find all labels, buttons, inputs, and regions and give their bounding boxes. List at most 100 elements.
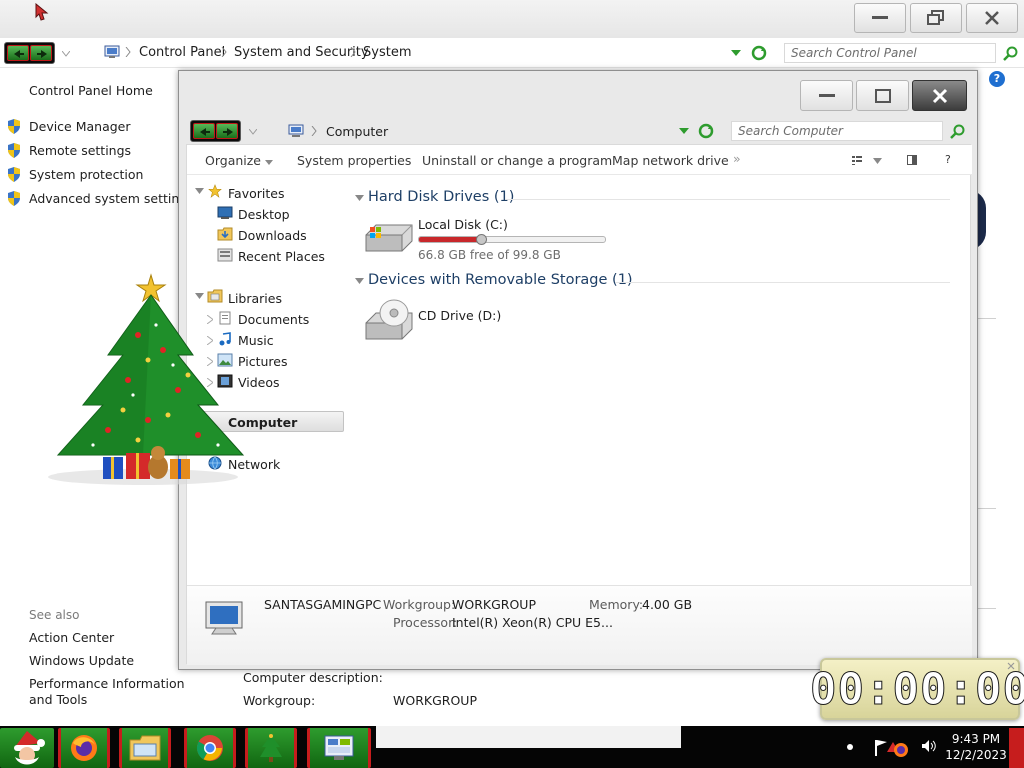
advanced-system-settings-link[interactable]: Advanced system settings xyxy=(29,191,194,206)
explorer-content: Organize System properties Uninstall or … xyxy=(186,144,972,665)
remote-settings-link[interactable]: Remote settings xyxy=(29,143,131,158)
system-protection-link[interactable]: System protection xyxy=(29,167,143,182)
restore-icon xyxy=(927,10,944,25)
computer-name: SANTASGAMINGPC xyxy=(264,597,382,612)
address-dropdown-icon[interactable] xyxy=(731,50,741,57)
taskbar-firefox[interactable] xyxy=(58,728,110,768)
address-dropdown-icon[interactable] xyxy=(679,128,689,135)
computer-monitor-icon xyxy=(205,601,243,635)
tray-time: 9:43 PM xyxy=(951,732,1001,746)
tray-clock[interactable]: 9:43 PM 12/2/2023 xyxy=(945,731,1007,763)
windows-update-link[interactable]: Windows Update xyxy=(29,653,134,668)
breadcrumb-separator-icon xyxy=(311,126,317,136)
show-desktop-button[interactable] xyxy=(1009,728,1024,768)
workgroup-value: WORKGROUP xyxy=(393,693,477,708)
group-divider xyxy=(615,282,950,283)
minimize-icon xyxy=(872,16,888,19)
computer-explorer-window: Computer Search Computer Organize System… xyxy=(178,70,978,670)
start-button[interactable] xyxy=(0,728,54,768)
divider xyxy=(978,318,996,319)
computer-icon xyxy=(288,124,304,137)
volume-icon[interactable] xyxy=(921,739,937,753)
explorer-forward-button[interactable] xyxy=(216,123,238,139)
map-network-drive-button[interactable]: Map network drive xyxy=(612,153,729,168)
view-options-icon[interactable] xyxy=(852,156,862,165)
explorer-help-button[interactable]: ? xyxy=(945,153,951,166)
explorer-search-input[interactable]: Search Computer xyxy=(731,121,943,141)
taskbar-file-explorer[interactable] xyxy=(119,728,171,768)
performance-info-link[interactable]: Performance Information and Tools xyxy=(29,676,195,708)
taskbar-control-panel[interactable] xyxy=(307,728,371,768)
group-divider xyxy=(505,199,950,200)
hard-disk-drives-header[interactable]: Hard Disk Drives (1) xyxy=(368,189,514,205)
control-panel-icon xyxy=(324,735,354,760)
collapse-group-icon[interactable] xyxy=(355,195,364,201)
close-gadget-icon[interactable] xyxy=(1007,662,1015,670)
action-center-link[interactable]: Action Center xyxy=(29,630,114,645)
explorer-back-button[interactable] xyxy=(193,123,215,139)
local-disk-item[interactable]: Local Disk (C:) 66.8 GB free of 99.8 GB xyxy=(362,211,622,267)
chevron-down-icon[interactable] xyxy=(873,158,882,164)
christmas-tree-icon xyxy=(260,734,282,762)
details-pane: SANTASGAMINGPC Workgroup: WORKGROUP Memo… xyxy=(187,585,972,665)
disk-usage-marker-icon xyxy=(476,234,487,245)
search-icon[interactable] xyxy=(1003,46,1018,61)
show-hidden-icons-icon[interactable] xyxy=(846,743,854,751)
device-manager-link[interactable]: Device Manager xyxy=(29,119,131,134)
taskbar-christmas-tree[interactable] xyxy=(245,728,297,768)
more-commands-button[interactable]: » xyxy=(733,151,741,166)
details-workgroup-label: Workgroup: xyxy=(383,597,456,612)
chrome-icon xyxy=(196,735,223,761)
cd-drive-name: CD Drive (D:) xyxy=(418,308,502,323)
shield-icon xyxy=(8,143,20,158)
preview-pane-icon[interactable] xyxy=(907,155,917,165)
workgroup-label: Workgroup: xyxy=(243,693,316,708)
expand-arrow-icon[interactable] xyxy=(195,188,204,194)
removable-storage-header[interactable]: Devices with Removable Storage (1) xyxy=(368,272,633,288)
nav-downloads[interactable]: Downloads xyxy=(238,228,307,243)
nav-favorites[interactable]: Favorites xyxy=(228,186,284,201)
divider xyxy=(978,608,996,609)
breadcrumb-system-and-security[interactable]: System and Security xyxy=(234,45,369,60)
nav-desktop[interactable]: Desktop xyxy=(238,207,290,222)
uninstall-program-button[interactable]: Uninstall or change a program xyxy=(422,153,612,168)
explorer-minimize-button[interactable] xyxy=(800,80,853,111)
organize-button[interactable]: Organize xyxy=(205,153,273,168)
memory-label: Memory: xyxy=(589,597,644,612)
local-disk-name: Local Disk (C:) xyxy=(418,217,508,232)
cd-drive-item[interactable]: CD Drive (D:) xyxy=(362,295,562,345)
local-disk-free-space: 66.8 GB free of 99.8 GB xyxy=(418,248,561,262)
processor-value: Intel(R) Xeon(R) CPU E5... xyxy=(452,615,613,630)
search-icon[interactable] xyxy=(950,124,965,139)
taskbar-chrome[interactable] xyxy=(184,728,236,768)
breadcrumb-system[interactable]: System xyxy=(363,45,411,60)
back-button[interactable] xyxy=(7,45,29,61)
minimize-button[interactable] xyxy=(854,3,906,33)
explorer-address-computer[interactable]: Computer xyxy=(326,124,388,139)
close-button[interactable] xyxy=(966,3,1018,33)
explorer-close-button[interactable] xyxy=(912,80,967,111)
control-panel-home-link[interactable]: Control Panel Home xyxy=(29,83,153,98)
breadcrumb-control-panel[interactable]: Control Panel xyxy=(139,45,225,60)
recent-pages-chevron-icon[interactable] xyxy=(249,129,257,135)
shield-icon xyxy=(8,167,20,182)
forward-button[interactable] xyxy=(30,45,52,61)
hard-drive-icon xyxy=(365,224,413,252)
control-panel-icon xyxy=(104,45,120,58)
system-properties-button[interactable]: System properties xyxy=(297,153,411,168)
control-panel-search-input[interactable]: Search Control Panel xyxy=(784,43,996,63)
help-icon[interactable]: ? xyxy=(989,71,1005,87)
recent-pages-chevron-icon[interactable] xyxy=(62,51,70,57)
notification-flag-icon[interactable] xyxy=(873,738,909,760)
minimize-icon xyxy=(818,93,835,97)
explorer-maximize-button[interactable] xyxy=(856,80,909,111)
forward-arrow-icon xyxy=(223,128,233,136)
collapse-group-icon[interactable] xyxy=(355,278,364,284)
disk-usage-fill xyxy=(419,237,481,242)
refresh-icon[interactable] xyxy=(698,123,714,139)
refresh-icon[interactable] xyxy=(751,45,767,61)
restore-button[interactable] xyxy=(910,3,962,33)
clock-display: 00:00:00 xyxy=(810,663,1024,715)
file-explorer-icon xyxy=(129,735,161,761)
divider xyxy=(978,508,996,509)
